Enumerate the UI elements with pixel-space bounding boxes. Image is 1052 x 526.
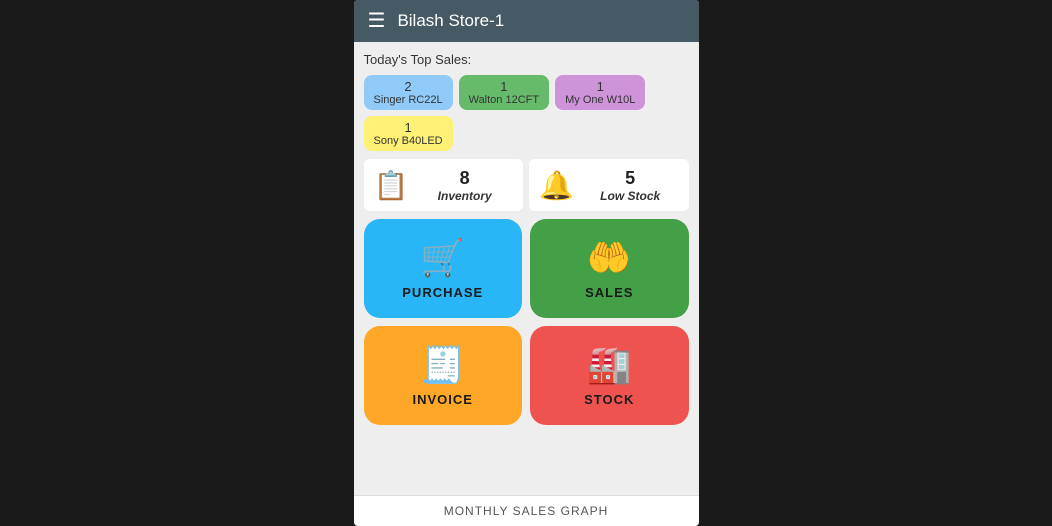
purchase-label: PURCHASE [402, 285, 483, 300]
chip-count-3: 1 [374, 120, 443, 135]
sales-chip-2[interactable]: 1 My One W10L [555, 75, 645, 110]
menu-icon[interactable]: ☰ [368, 11, 386, 31]
sales-chip-3[interactable]: 1 Sony B40LED [364, 116, 453, 151]
purchase-icon: 🛒 [420, 237, 465, 279]
stat-inventory-info: 8 Inventory [416, 168, 513, 203]
stat-inventory[interactable]: 📋 8 Inventory [364, 159, 524, 211]
chip-count-0: 2 [374, 79, 443, 94]
invoice-icon: 🧾 [420, 344, 465, 386]
actions-grid: 🛒 PURCHASE 🤲 SALES 🧾 INVOICE 🏭 STOCK [364, 219, 689, 425]
chip-count-1: 1 [469, 79, 540, 94]
lowstock-icon: 🔔 [539, 169, 574, 202]
stock-button[interactable]: 🏭 STOCK [530, 326, 689, 425]
sales-icon: 🤲 [587, 237, 632, 279]
inventory-count: 8 [460, 168, 470, 189]
sales-chips-row-2: 1 Sony B40LED [364, 116, 689, 151]
stat-lowstock-info: 5 Low Stock [582, 168, 679, 203]
sales-label: SALES [585, 285, 633, 300]
sales-chip-0[interactable]: 2 Singer RC22L [364, 75, 453, 110]
stat-lowstock[interactable]: 🔔 5 Low Stock [529, 159, 689, 211]
sales-button[interactable]: 🤲 SALES [530, 219, 689, 318]
app-title: Bilash Store-1 [397, 11, 504, 31]
chip-name-0: Singer RC22L [374, 94, 443, 106]
chip-name-1: Walton 12CFT [469, 94, 540, 106]
inventory-label: Inventory [438, 189, 492, 203]
phone-container: ☰ Bilash Store-1 Today's Top Sales: 2 Si… [354, 0, 699, 526]
top-bar: ☰ Bilash Store-1 [354, 0, 699, 42]
monthly-sales-graph-button[interactable]: MONTHLY SALES GRAPH [354, 495, 699, 526]
invoice-label: INVOICE [413, 392, 473, 407]
today-sales-label: Today's Top Sales: [364, 52, 689, 67]
lowstock-count: 5 [625, 168, 635, 189]
chip-name-3: Sony B40LED [374, 135, 443, 147]
stock-icon: 🏭 [587, 344, 632, 386]
chip-count-2: 1 [565, 79, 635, 94]
content-area: Today's Top Sales: 2 Singer RC22L 1 Walt… [354, 42, 699, 495]
sales-chip-1[interactable]: 1 Walton 12CFT [459, 75, 550, 110]
stock-label: STOCK [584, 392, 634, 407]
sales-chips-row-1: 2 Singer RC22L 1 Walton 12CFT 1 My One W… [364, 75, 689, 110]
chip-name-2: My One W10L [565, 94, 635, 106]
stats-row: 📋 8 Inventory 🔔 5 Low Stock [364, 159, 689, 211]
inventory-icon: 📋 [374, 169, 409, 202]
invoice-button[interactable]: 🧾 INVOICE [364, 326, 523, 425]
purchase-button[interactable]: 🛒 PURCHASE [364, 219, 523, 318]
lowstock-label: Low Stock [600, 189, 660, 203]
